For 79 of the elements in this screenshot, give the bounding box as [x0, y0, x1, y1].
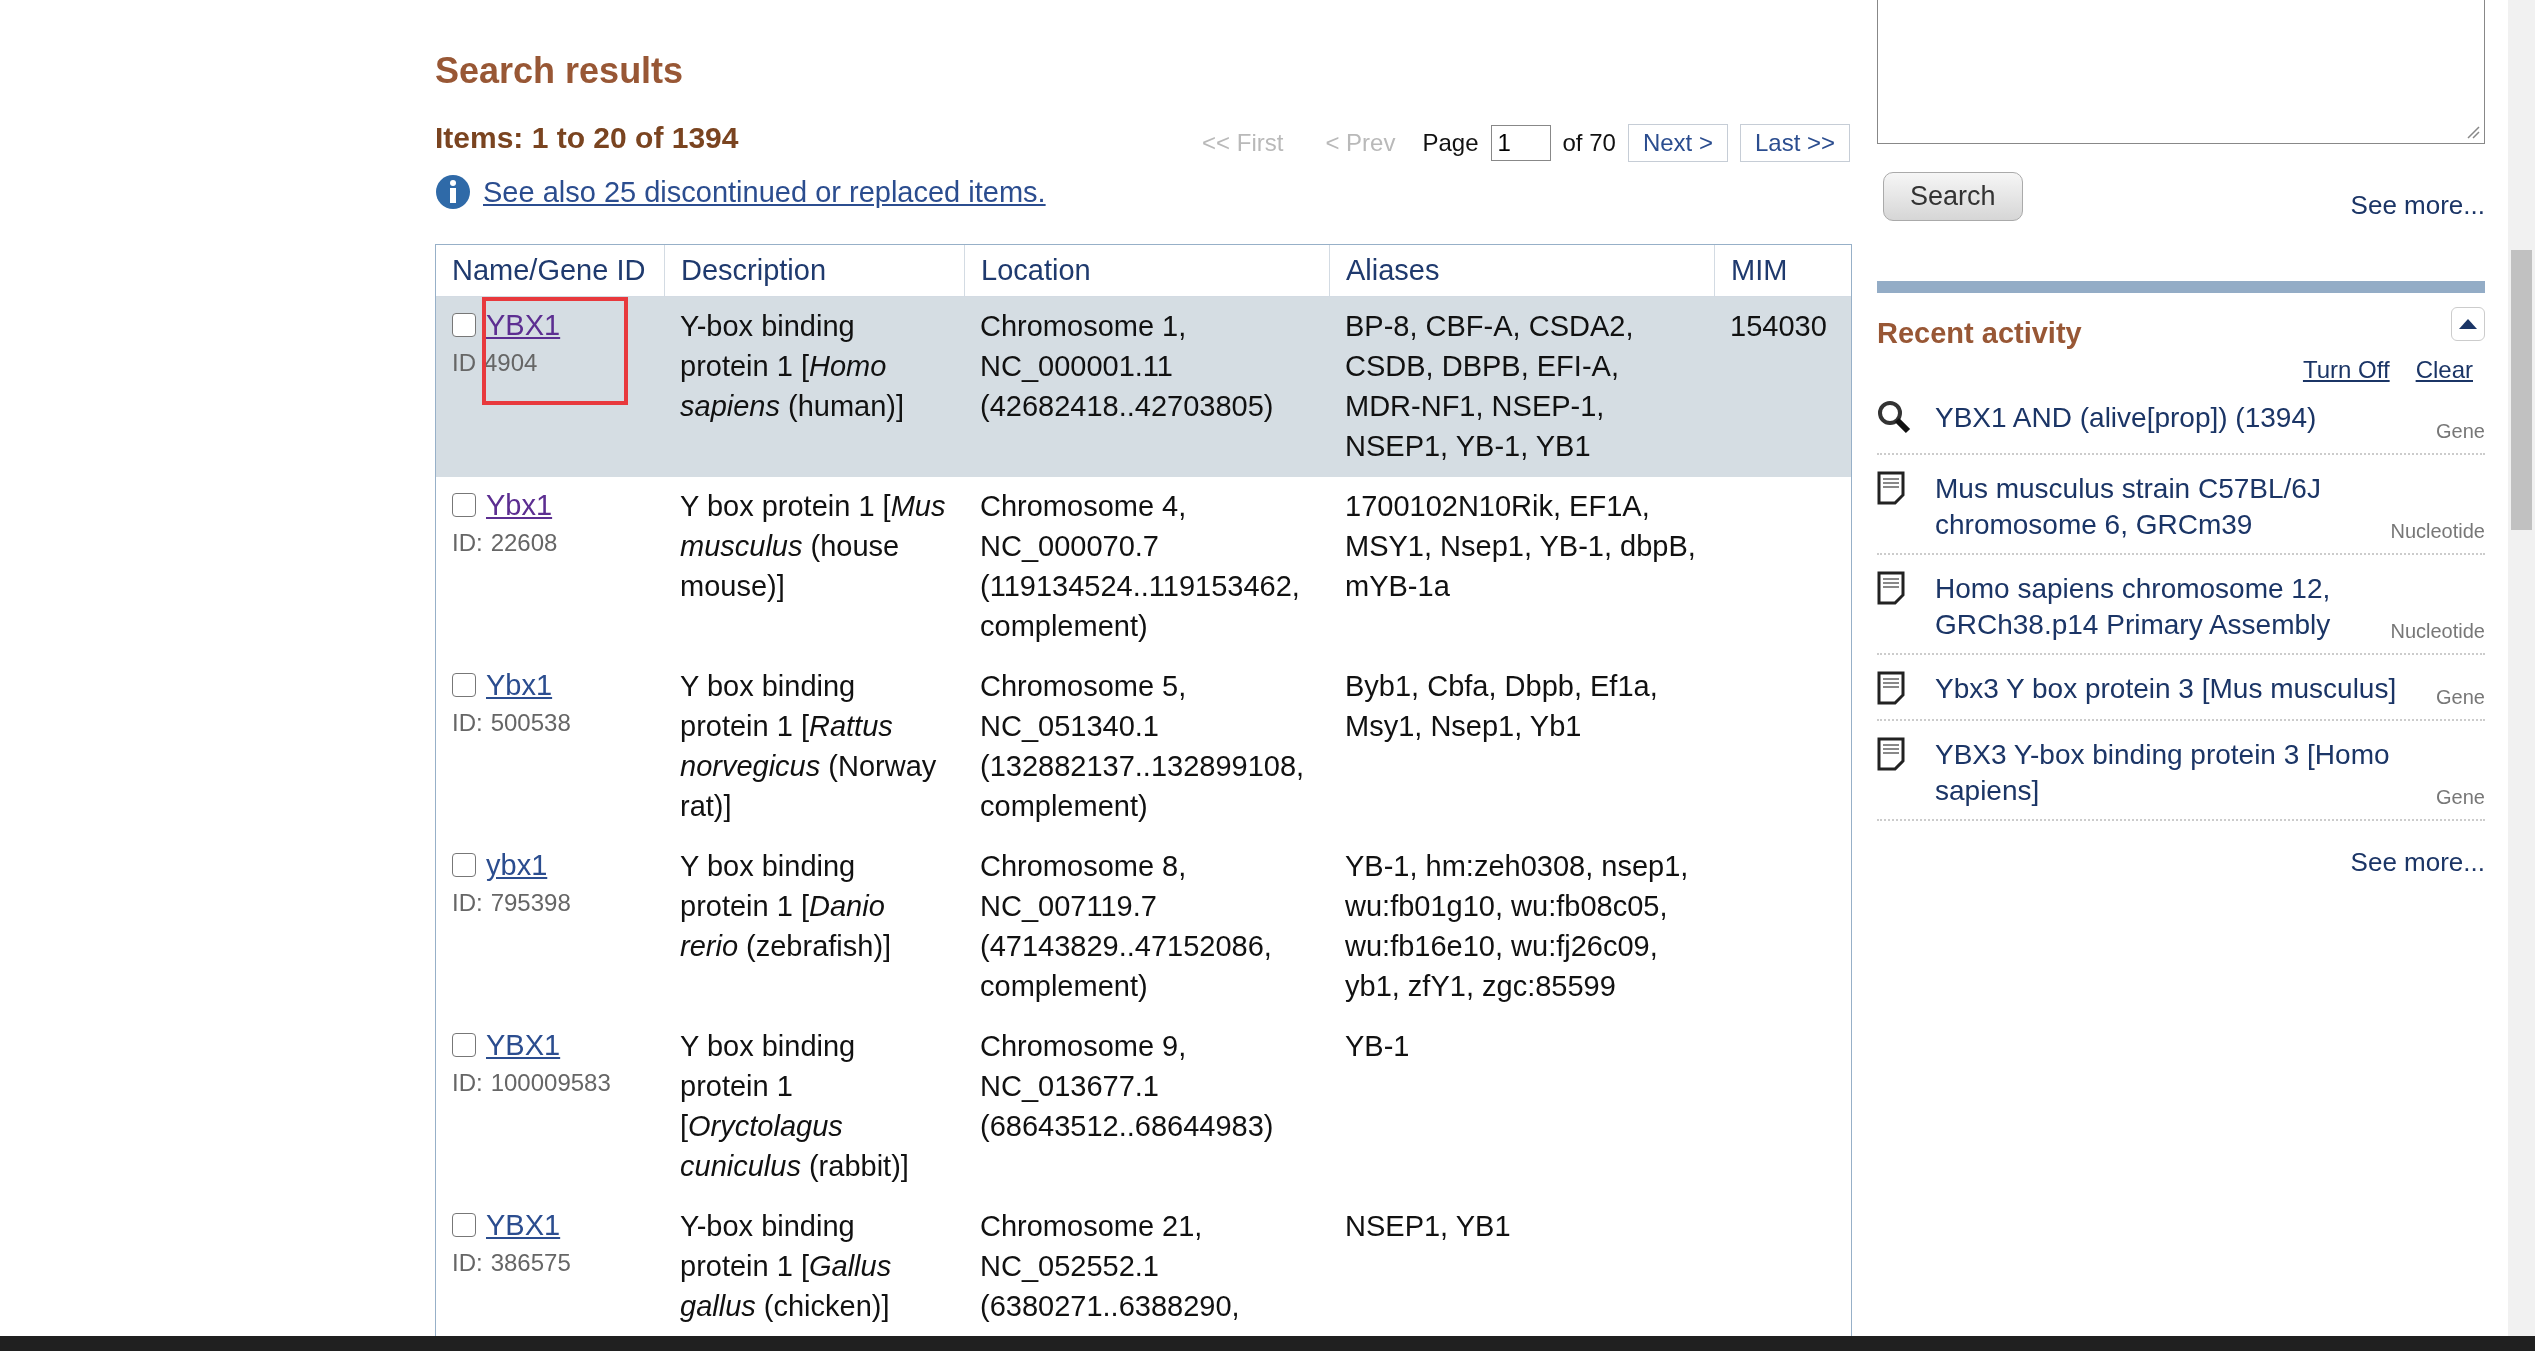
database-label: Nucleotide [2389, 620, 2485, 643]
location-text: Chromosome 8, NC_007119.7 (47143829..47152086, complement) [980, 850, 1272, 1002]
row-checkbox[interactable] [452, 853, 476, 877]
recent-activity-link[interactable]: Mus musculus strain C57BL/6J chromosome 6, GRCm39 [1935, 471, 2379, 543]
resize-grip-icon[interactable] [2466, 125, 2480, 139]
turn-off-link[interactable]: Turn Off [2302, 356, 2390, 384]
scrollbar[interactable] [2508, 0, 2535, 1336]
database-label: Gene [2435, 419, 2485, 443]
gene-link[interactable]: ybx1 [484, 846, 550, 884]
row-checkbox[interactable] [452, 493, 476, 517]
recent-activity-link[interactable]: YBX1 AND (alive[prop]) (1394) [1935, 400, 2425, 436]
discontinued-items-link[interactable]: See also 25 discontinued or replaced items. [483, 175, 1046, 209]
gene-id: 4904 [484, 348, 538, 378]
aliases-text: 1700102N10Rik, EF1A, MSY1, Nsep1, YB-1, dbpB, mYB-1a [1345, 490, 1696, 602]
see-more-link[interactable]: See more... [2350, 847, 2485, 878]
aliases-text: NSEP1, YB1 [1345, 1210, 1511, 1242]
items-count: Items: 1 to 20 of 1394 [435, 121, 739, 155]
recent-activity-heading: Recent activity [1877, 317, 2082, 350]
description-text: Y box binding protein 1 [Rattus norvegicus (Norway rat)] [680, 670, 937, 822]
location-text: Chromosome 21, NC_052552.1 (6380271..6388290, [980, 1210, 1240, 1322]
gene-id: 500538 [490, 708, 571, 738]
location-text: Chromosome 4, NC_000070.7 (119134524..119153462, complement) [980, 490, 1300, 642]
gene-id: 100009583 [490, 1068, 611, 1098]
caret-icon [2459, 319, 2477, 329]
database-label: Gene [2435, 786, 2485, 809]
id-label: ID [452, 348, 476, 378]
database-label: Nucleotide [2389, 520, 2485, 543]
gene-id: 22608 [490, 528, 558, 558]
gene-id: 795398 [490, 888, 571, 918]
search-button[interactable]: Search [1883, 172, 2023, 221]
location-text: Chromosome 9, NC_013677.1 (68643512..68644983) [980, 1030, 1274, 1142]
gene-id: 386575 [490, 1248, 571, 1278]
document-icon [1877, 471, 1905, 505]
section-heading: Search results [435, 50, 685, 92]
page-label: Page [1422, 129, 1479, 157]
collapse-button[interactable] [2451, 307, 2485, 341]
row-checkbox[interactable] [452, 313, 476, 337]
query-field[interactable] [1877, 0, 2485, 144]
mim-number: 154030 [1730, 310, 1827, 342]
last-page-button[interactable]: Last >> [1739, 124, 1850, 162]
document-icon [1877, 671, 1905, 705]
page-field[interactable]: 1 [1490, 125, 1551, 161]
row-checkbox[interactable] [452, 673, 476, 697]
id-label: ID: [452, 888, 483, 918]
id-label: ID: [452, 528, 483, 558]
gene-link[interactable]: YBX1 [484, 1026, 563, 1064]
id-label: ID: [452, 1248, 483, 1278]
description-text: Y box protein 1 [Mus musculus (house mouse)] [680, 490, 946, 602]
search-icon [1877, 400, 1911, 434]
row-checkbox[interactable] [452, 1213, 476, 1237]
location-text: Chromosome 1, NC_000001.11 (42682418..42703805) [980, 310, 1274, 422]
gene-link[interactable]: Ybx1 [484, 666, 555, 704]
aliases-text: YB-1 [1345, 1030, 1410, 1062]
description-text: Y box binding protein 1 [Danio rerio (zebrafish)] [680, 850, 892, 962]
aliases-text: BP-8, CBF-A, CSDA2, CSDB, DBPB, EFI-A, MDR-NF1, NSEP-1, NSEP1, YB-1, YB1 [1345, 310, 1634, 462]
next-page-button[interactable]: Next > [1627, 124, 1728, 162]
page-total: of 70 [1562, 129, 1616, 157]
info-icon [435, 174, 471, 210]
gene-link[interactable]: Ybx1 [484, 486, 555, 524]
see-more-link[interactable]: See more... [2350, 190, 2485, 221]
scrollbar-thumb[interactable] [2511, 250, 2532, 530]
id-label: ID: [452, 1068, 483, 1098]
clear-link[interactable]: Clear [2415, 356, 2473, 384]
aliases-text: YB-1, hm:zeh0308, nsep1, wu:fb01g10, wu:fb08c05, wu:fb16e10, wu:fj26c09, yb1, zfY1, zgc:85599 [1345, 850, 1689, 1002]
gene-link[interactable]: YBX1 [484, 1206, 563, 1244]
database-label: Gene [2435, 686, 2485, 709]
document-icon [1877, 737, 1905, 771]
document-icon [1877, 571, 1905, 605]
recent-activity-link[interactable]: Homo sapiens chromosome 12, GRCh38.p14 Primary Assembly [1935, 571, 2379, 643]
aliases-text: Byb1, Cbfa, Dbpb, Ef1a, Msy1, Nsep1, Yb1 [1345, 670, 1658, 742]
location-text: Chromosome 5, NC_051340.1 (132882137..132899108, complement) [980, 670, 1305, 822]
recent-activity-link[interactable]: Ybx3 Y box protein 3 [Mus musculus] [1935, 671, 2425, 707]
description-text: Y-box binding protein 1 [Homo sapiens (human)] [680, 310, 905, 422]
gene-link[interactable]: YBX1 [484, 306, 563, 344]
recent-activity-link[interactable]: YBX3 Y-box binding protein 3 [Homo sapiens] [1935, 737, 2425, 809]
row-checkbox[interactable] [452, 1033, 476, 1057]
description-text: Y box binding protein 1 [Oryctolagus cuniculus (rabbit)] [680, 1030, 909, 1182]
id-label: ID: [452, 708, 483, 738]
description-text: Y-box binding protein 1 [Gallus gallus (chicken)] [680, 1210, 892, 1322]
